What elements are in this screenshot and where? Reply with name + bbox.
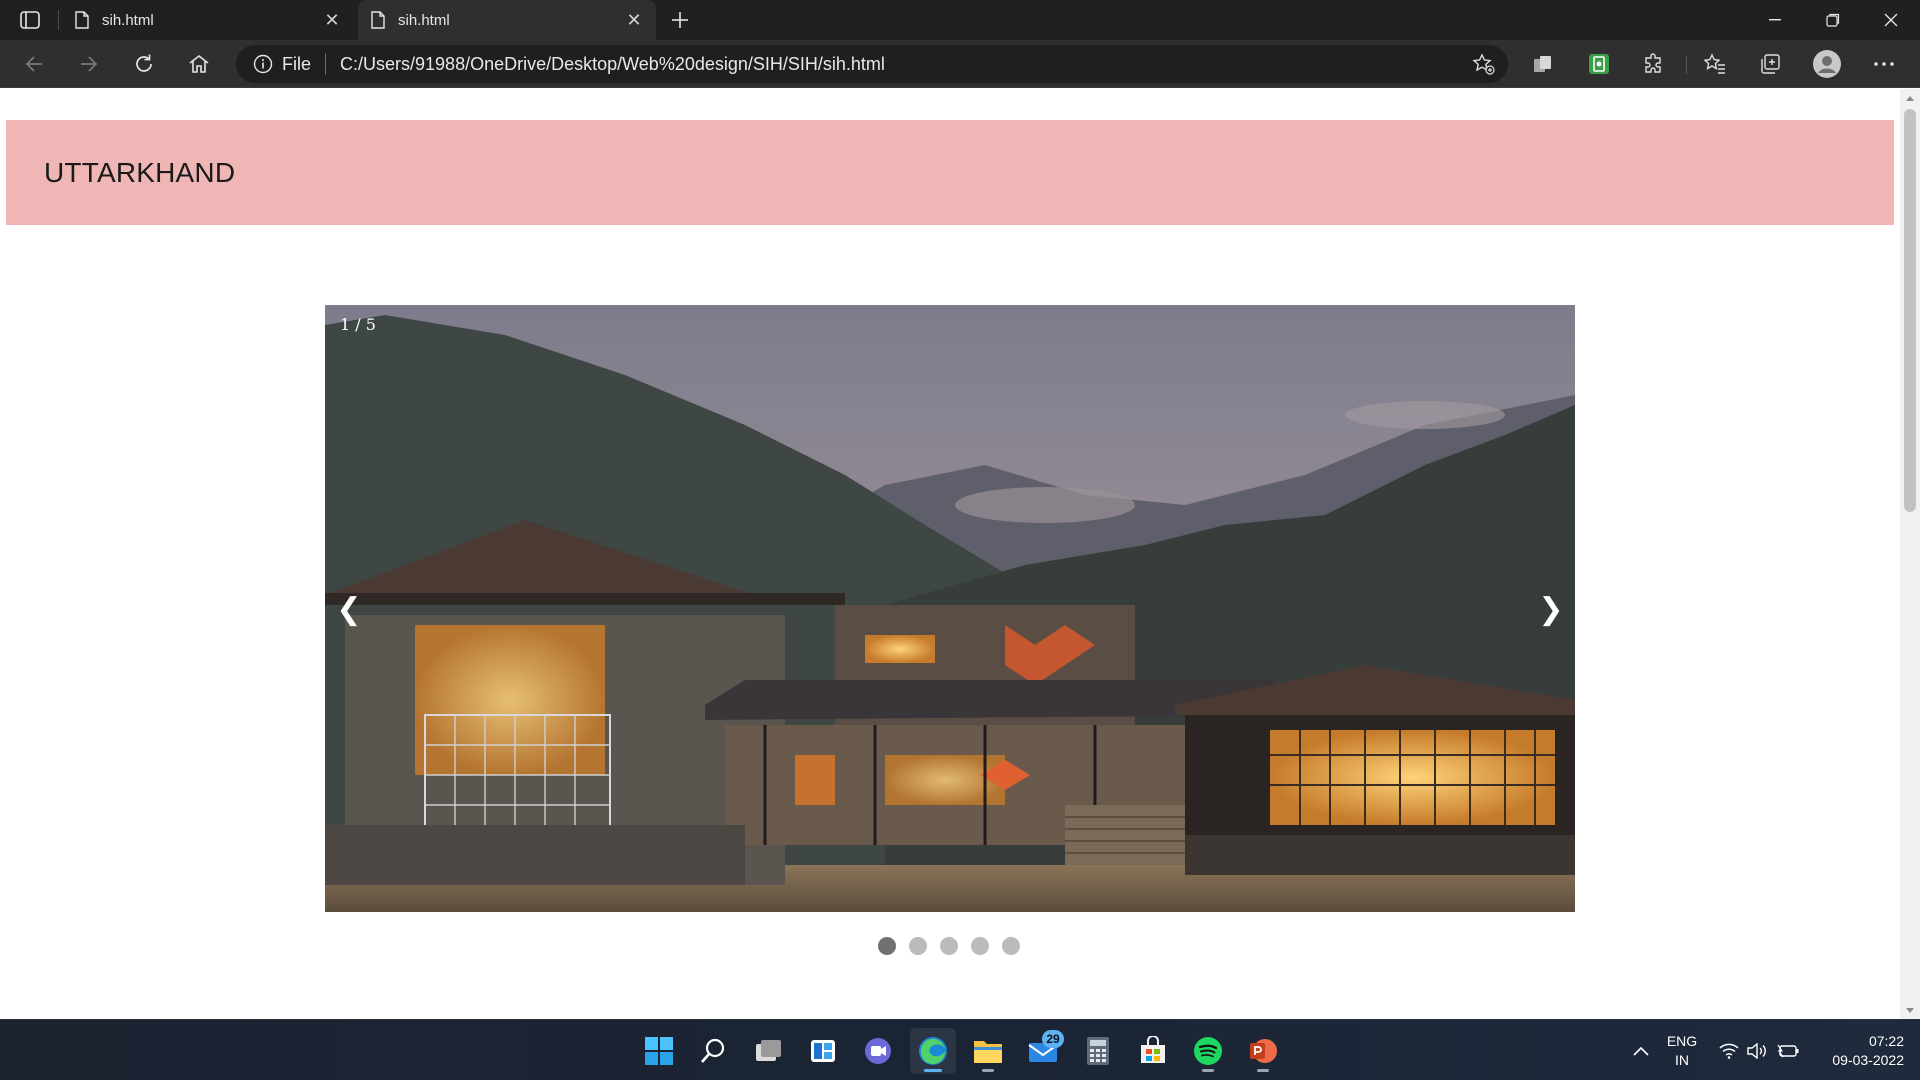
edge-browser-icon[interactable] <box>910 1028 956 1074</box>
calculator-icon[interactable] <box>1075 1028 1121 1074</box>
slide-dot-1[interactable] <box>878 937 896 955</box>
file-explorer-icon[interactable] <box>965 1028 1011 1074</box>
tab-title: sih.html <box>398 11 450 29</box>
clock-time: 07:22 <box>1868 1032 1904 1049</box>
running-indicator <box>982 1069 994 1072</box>
slide-dot-5[interactable] <box>1002 937 1020 955</box>
forward-button[interactable] <box>71 46 107 82</box>
read-aloud-icon[interactable] <box>1525 46 1561 82</box>
windows-taskbar: 29 ENG IN 07:22 09-03-2022 <box>0 1019 1920 1080</box>
teams-chat-icon[interactable] <box>855 1028 901 1074</box>
site-title: UTTARKHAND <box>44 156 236 188</box>
restore-button[interactable] <box>1804 0 1862 40</box>
browser-titlebar: sih.html ✕ sih.html ✕ <box>0 0 1920 40</box>
file-icon <box>370 11 386 29</box>
next-slide-button[interactable]: ❯ <box>1527 579 1575 639</box>
slide-indicator-dots <box>878 937 1020 957</box>
page-viewport: UTTARKHAND 1 / 5 ❮ ❯ <box>0 89 1900 1019</box>
language-region: IN <box>1675 1051 1689 1068</box>
mail-unread-badge: 29 <box>1042 1030 1064 1048</box>
favorites-icon[interactable] <box>1697 46 1733 82</box>
toolbar-divider <box>1686 56 1687 74</box>
refresh-button[interactable] <box>126 46 162 82</box>
browser-tab-1[interactable]: sih.html ✕ <box>62 0 354 40</box>
address-bar[interactable]: File C:/Users/91988/OneDrive/Desktop/Web… <box>236 45 1508 83</box>
spotify-icon[interactable] <box>1185 1028 1231 1074</box>
address-separator <box>325 53 327 75</box>
scroll-thumb[interactable] <box>1904 109 1916 512</box>
close-tab-icon[interactable]: ✕ <box>620 6 648 34</box>
home-button[interactable] <box>181 46 217 82</box>
tab-separator <box>58 10 59 30</box>
widgets-icon[interactable] <box>800 1028 846 1074</box>
running-indicator <box>1257 1069 1269 1072</box>
clock[interactable]: 07:22 09-03-2022 <box>1808 1020 1908 1080</box>
scroll-down-arrow-icon[interactable] <box>1900 1001 1920 1019</box>
running-indicator <box>1202 1069 1214 1072</box>
new-tab-button[interactable] <box>664 6 696 34</box>
profile-avatar-icon[interactable] <box>1809 46 1845 82</box>
back-button[interactable] <box>16 46 52 82</box>
add-favorite-icon[interactable] <box>1466 49 1502 79</box>
running-indicator <box>924 1069 942 1072</box>
close-window-button[interactable] <box>1862 0 1920 40</box>
more-menu-icon[interactable] <box>1866 46 1902 82</box>
scheme-label: File <box>282 53 312 74</box>
site-header: UTTARKHAND <box>6 120 1894 225</box>
microsoft-store-icon[interactable] <box>1130 1028 1176 1074</box>
language-code: ENG <box>1666 1032 1698 1049</box>
start-menu-icon[interactable] <box>636 1028 682 1074</box>
clock-date: 09-03-2022 <box>1832 1051 1904 1068</box>
slide-dot-2[interactable] <box>909 937 927 955</box>
task-view-icon[interactable] <box>745 1028 791 1074</box>
browser-tab-2-active[interactable]: sih.html ✕ <box>358 0 656 40</box>
minimize-button[interactable] <box>1746 0 1804 40</box>
browser-toolbar: File C:/Users/91988/OneDrive/Desktop/Web… <box>0 40 1920 88</box>
slide-image <box>325 305 1575 912</box>
tab-title: sih.html <box>102 11 154 29</box>
extensions-icon[interactable] <box>1636 46 1672 82</box>
image-slideshow: 1 / 5 ❮ ❯ <box>325 305 1575 912</box>
language-indicator[interactable]: ENG IN <box>1660 1020 1704 1080</box>
close-tab-icon[interactable]: ✕ <box>318 6 346 34</box>
tab-actions-icon[interactable] <box>14 8 46 32</box>
mail-icon[interactable]: 29 <box>1020 1028 1066 1074</box>
collections-icon[interactable] <box>1752 46 1788 82</box>
volume-icon[interactable] <box>1745 1020 1771 1080</box>
extension-green-icon[interactable] <box>1581 46 1617 82</box>
previous-slide-button[interactable]: ❮ <box>325 579 373 639</box>
file-icon <box>74 11 90 29</box>
slide-dot-4[interactable] <box>971 937 989 955</box>
powerpoint-icon[interactable] <box>1240 1028 1286 1074</box>
battery-icon[interactable] <box>1774 1020 1802 1080</box>
scroll-up-arrow-icon[interactable] <box>1900 89 1920 107</box>
slide-counter: 1 / 5 <box>340 315 376 334</box>
slide-dot-3[interactable] <box>940 937 958 955</box>
url-text[interactable]: C:/Users/91988/OneDrive/Desktop/Web%20de… <box>340 54 1466 75</box>
search-icon[interactable] <box>690 1028 736 1074</box>
info-icon[interactable] <box>252 53 274 75</box>
show-hidden-icons-chevron-icon[interactable] <box>1625 1020 1657 1080</box>
page-scrollbar[interactable] <box>1900 89 1920 1019</box>
wifi-icon[interactable] <box>1716 1020 1742 1080</box>
